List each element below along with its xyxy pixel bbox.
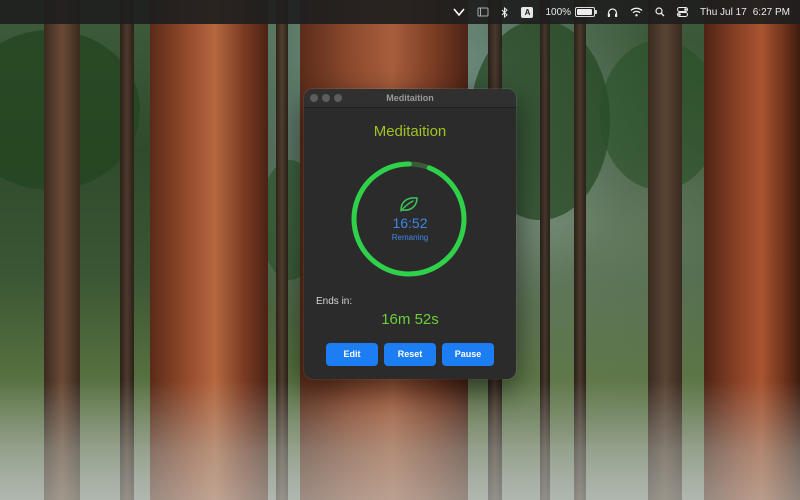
battery-percent: 100% [545,6,572,18]
search-icon[interactable] [655,7,665,17]
app-title: Meditaition [373,123,447,140]
input-source-badge[interactable]: A [521,6,534,18]
input-source-label: A [521,6,534,18]
menubar-date[interactable]: Thu Jul 17 [700,7,747,18]
display-icon[interactable] [477,7,489,17]
bluetooth-icon[interactable] [501,6,509,18]
ends-in-label: Ends in: [316,296,353,307]
app-window: Meditaition Meditaition 16:52 Remaning E… [304,89,516,379]
leaf-icon [400,197,418,212]
window-titlebar[interactable]: Meditaition [304,89,516,108]
desktop: A 100% Thu Jul 17 6:27 PM Meditaition Me… [0,0,800,500]
menu-bar: A 100% Thu Jul 17 6:27 PM [0,0,800,24]
ends-in-value: 16m 52s [381,311,439,328]
wifi-icon[interactable] [630,7,643,17]
timer-remaining-time: 16:52 [392,215,428,231]
headphones-icon[interactable] [607,7,618,18]
fog [0,380,800,500]
reset-button[interactable]: Reset [384,343,436,366]
battery-icon [575,7,598,17]
control-center-icon[interactable] [677,7,689,17]
window-title: Meditaition [386,93,434,103]
battery-status[interactable]: 100% [545,6,598,18]
menubar-time[interactable]: 6:27 PM [753,7,790,18]
timer-remaining-label: Remaning [391,233,429,242]
vpn-check-icon[interactable] [453,7,466,17]
pause-button[interactable]: Pause [442,343,494,366]
edit-button[interactable]: Edit [326,343,378,366]
